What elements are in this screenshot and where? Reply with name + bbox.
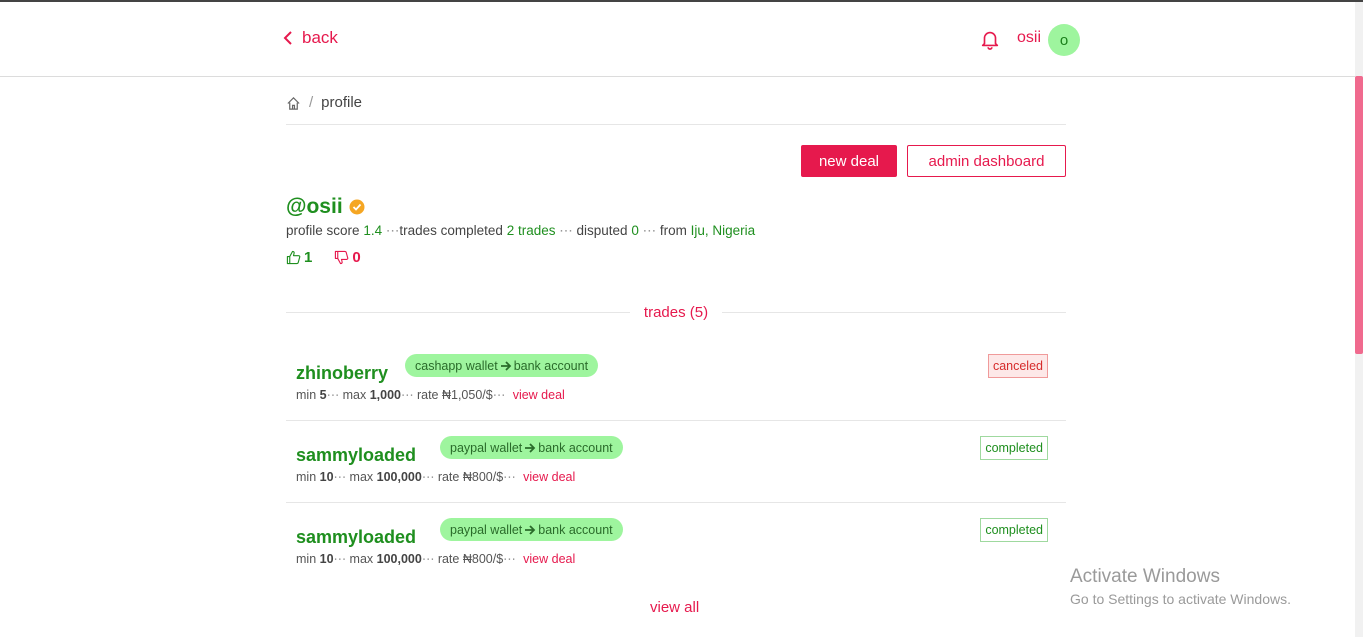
- max-value: 100,000: [376, 470, 422, 484]
- rate-label: rate: [416, 388, 439, 402]
- stats-separator: ⋯: [642, 223, 657, 238]
- trade-row: sammyloaded paypal wallet bank account m…: [286, 503, 1066, 585]
- activate-windows-watermark: Activate Windows Go to Settings to activ…: [1070, 566, 1291, 607]
- meta-separator: ⋯: [326, 388, 340, 402]
- likes[interactable]: 1: [286, 249, 312, 266]
- method-from: paypal wallet: [450, 522, 523, 537]
- meta-separator: ⋯: [503, 552, 516, 566]
- score-value: 1.4: [363, 223, 383, 238]
- status-badge: completed: [980, 518, 1048, 542]
- min-label: min: [296, 552, 317, 566]
- breadcrumb-separator: /: [309, 94, 314, 111]
- profile-handle-text: @osii: [286, 195, 343, 218]
- view-deal-link[interactable]: view deal: [523, 552, 575, 566]
- trade-meta: min 10⋯ max 100,000⋯ rate ₦800/$⋯ view d…: [296, 551, 575, 566]
- from-label: from: [659, 223, 687, 238]
- likes-count: 1: [304, 249, 313, 266]
- trader-name[interactable]: zhinoberry: [296, 363, 388, 384]
- min-label: min: [296, 470, 317, 484]
- username-link[interactable]: osii: [1017, 29, 1041, 47]
- rate-value: ₦800/$: [462, 470, 504, 484]
- bell-icon[interactable]: [979, 28, 1001, 50]
- breadcrumb: / profile: [286, 94, 1066, 125]
- trades-value: 2 trades: [506, 223, 556, 238]
- min-value: 5: [319, 388, 327, 402]
- rate-value: ₦800/$: [462, 552, 504, 566]
- view-deal-link[interactable]: view deal: [523, 470, 575, 484]
- stats-separator: ⋯: [559, 223, 573, 238]
- divider-line: [286, 311, 630, 313]
- profile-handle: @osii: [286, 195, 365, 219]
- meta-separator: ⋯: [400, 388, 414, 402]
- meta-separator: ⋯: [333, 470, 347, 484]
- trades-label: trades completed: [399, 223, 503, 238]
- status-badge: canceled: [987, 354, 1048, 378]
- trader-name[interactable]: sammyloaded: [296, 527, 416, 548]
- trades-divider: trades (5): [286, 302, 1067, 322]
- back-button[interactable]: back: [282, 28, 338, 48]
- method-from: paypal wallet: [450, 440, 523, 455]
- stats-separator: ⋯: [385, 223, 400, 238]
- min-label: min: [296, 388, 317, 402]
- home-icon[interactable]: [286, 96, 301, 111]
- arrow-right-icon: [500, 360, 511, 371]
- max-value: 1,000: [369, 388, 401, 402]
- payment-method-pill: paypal wallet bank account: [440, 436, 623, 459]
- method-from: cashapp wallet: [415, 358, 498, 373]
- max-label: max: [342, 388, 367, 402]
- method-to: bank account: [538, 522, 613, 537]
- avatar[interactable]: o: [1048, 24, 1080, 56]
- meta-separator: ⋯: [333, 552, 347, 566]
- admin-dashboard-button[interactable]: admin dashboard: [907, 145, 1066, 177]
- rate-value: ₦1,050/$: [441, 388, 493, 402]
- disputed-value: 0: [631, 223, 639, 238]
- top-navbar: back osii o: [0, 2, 1355, 77]
- payment-method-pill: paypal wallet bank account: [440, 518, 623, 541]
- view-deal-link[interactable]: view deal: [513, 388, 565, 402]
- profile-votes: 1 0: [286, 249, 361, 266]
- profile-stats: profile score 1.4 ⋯trades completed 2 tr…: [286, 223, 755, 239]
- max-label: max: [349, 470, 374, 484]
- meta-separator: ⋯: [421, 552, 435, 566]
- scrollbar-thumb[interactable]: [1355, 76, 1363, 354]
- score-label: profile score: [286, 223, 360, 238]
- trade-meta: min 10⋯ max 100,000⋯ rate ₦800/$⋯ view d…: [296, 469, 575, 484]
- max-label: max: [349, 552, 374, 566]
- payment-method-pill: cashapp wallet bank account: [405, 354, 599, 377]
- back-label: back: [302, 28, 338, 47]
- meta-separator: ⋯: [492, 388, 506, 402]
- dislikes-count: 0: [352, 249, 361, 266]
- divider-line: [722, 311, 1067, 313]
- breadcrumb-current: profile: [321, 94, 363, 111]
- rate-label: rate: [437, 552, 460, 566]
- trade-row: zhinoberry cashapp wallet bank account m…: [286, 339, 1066, 421]
- activate-subtitle: Go to Settings to activate Windows.: [1070, 591, 1291, 607]
- status-badge: completed: [980, 436, 1048, 460]
- meta-separator: ⋯: [421, 470, 435, 484]
- thumbs-down-icon: [335, 250, 349, 265]
- arrow-right-icon: [525, 524, 536, 535]
- method-to: bank account: [538, 440, 613, 455]
- min-value: 10: [319, 470, 334, 484]
- meta-separator: ⋯: [503, 470, 516, 484]
- view-all-link[interactable]: view all: [650, 599, 699, 616]
- activate-title: Activate Windows: [1070, 566, 1220, 587]
- location-value: Iju, Nigeria: [690, 223, 756, 238]
- trader-name[interactable]: sammyloaded: [296, 445, 416, 466]
- disputed-label: disputed: [576, 223, 628, 238]
- rate-label: rate: [437, 470, 460, 484]
- thumbs-up-icon: [286, 250, 301, 265]
- method-to: bank account: [513, 358, 589, 373]
- arrow-right-icon: [525, 442, 536, 453]
- new-deal-button[interactable]: new deal: [801, 145, 897, 177]
- trades-section-title: trades (5): [643, 303, 709, 321]
- min-value: 10: [319, 552, 334, 566]
- dislikes[interactable]: 0: [334, 249, 361, 266]
- trade-meta: min 5⋯ max 1,000⋯ rate ₦1,050/$⋯ view de…: [296, 387, 565, 402]
- max-value: 100,000: [376, 552, 422, 566]
- verified-icon: [349, 199, 365, 215]
- trade-row: sammyloaded paypal wallet bank account m…: [286, 421, 1066, 503]
- chevron-left-icon: [283, 31, 292, 45]
